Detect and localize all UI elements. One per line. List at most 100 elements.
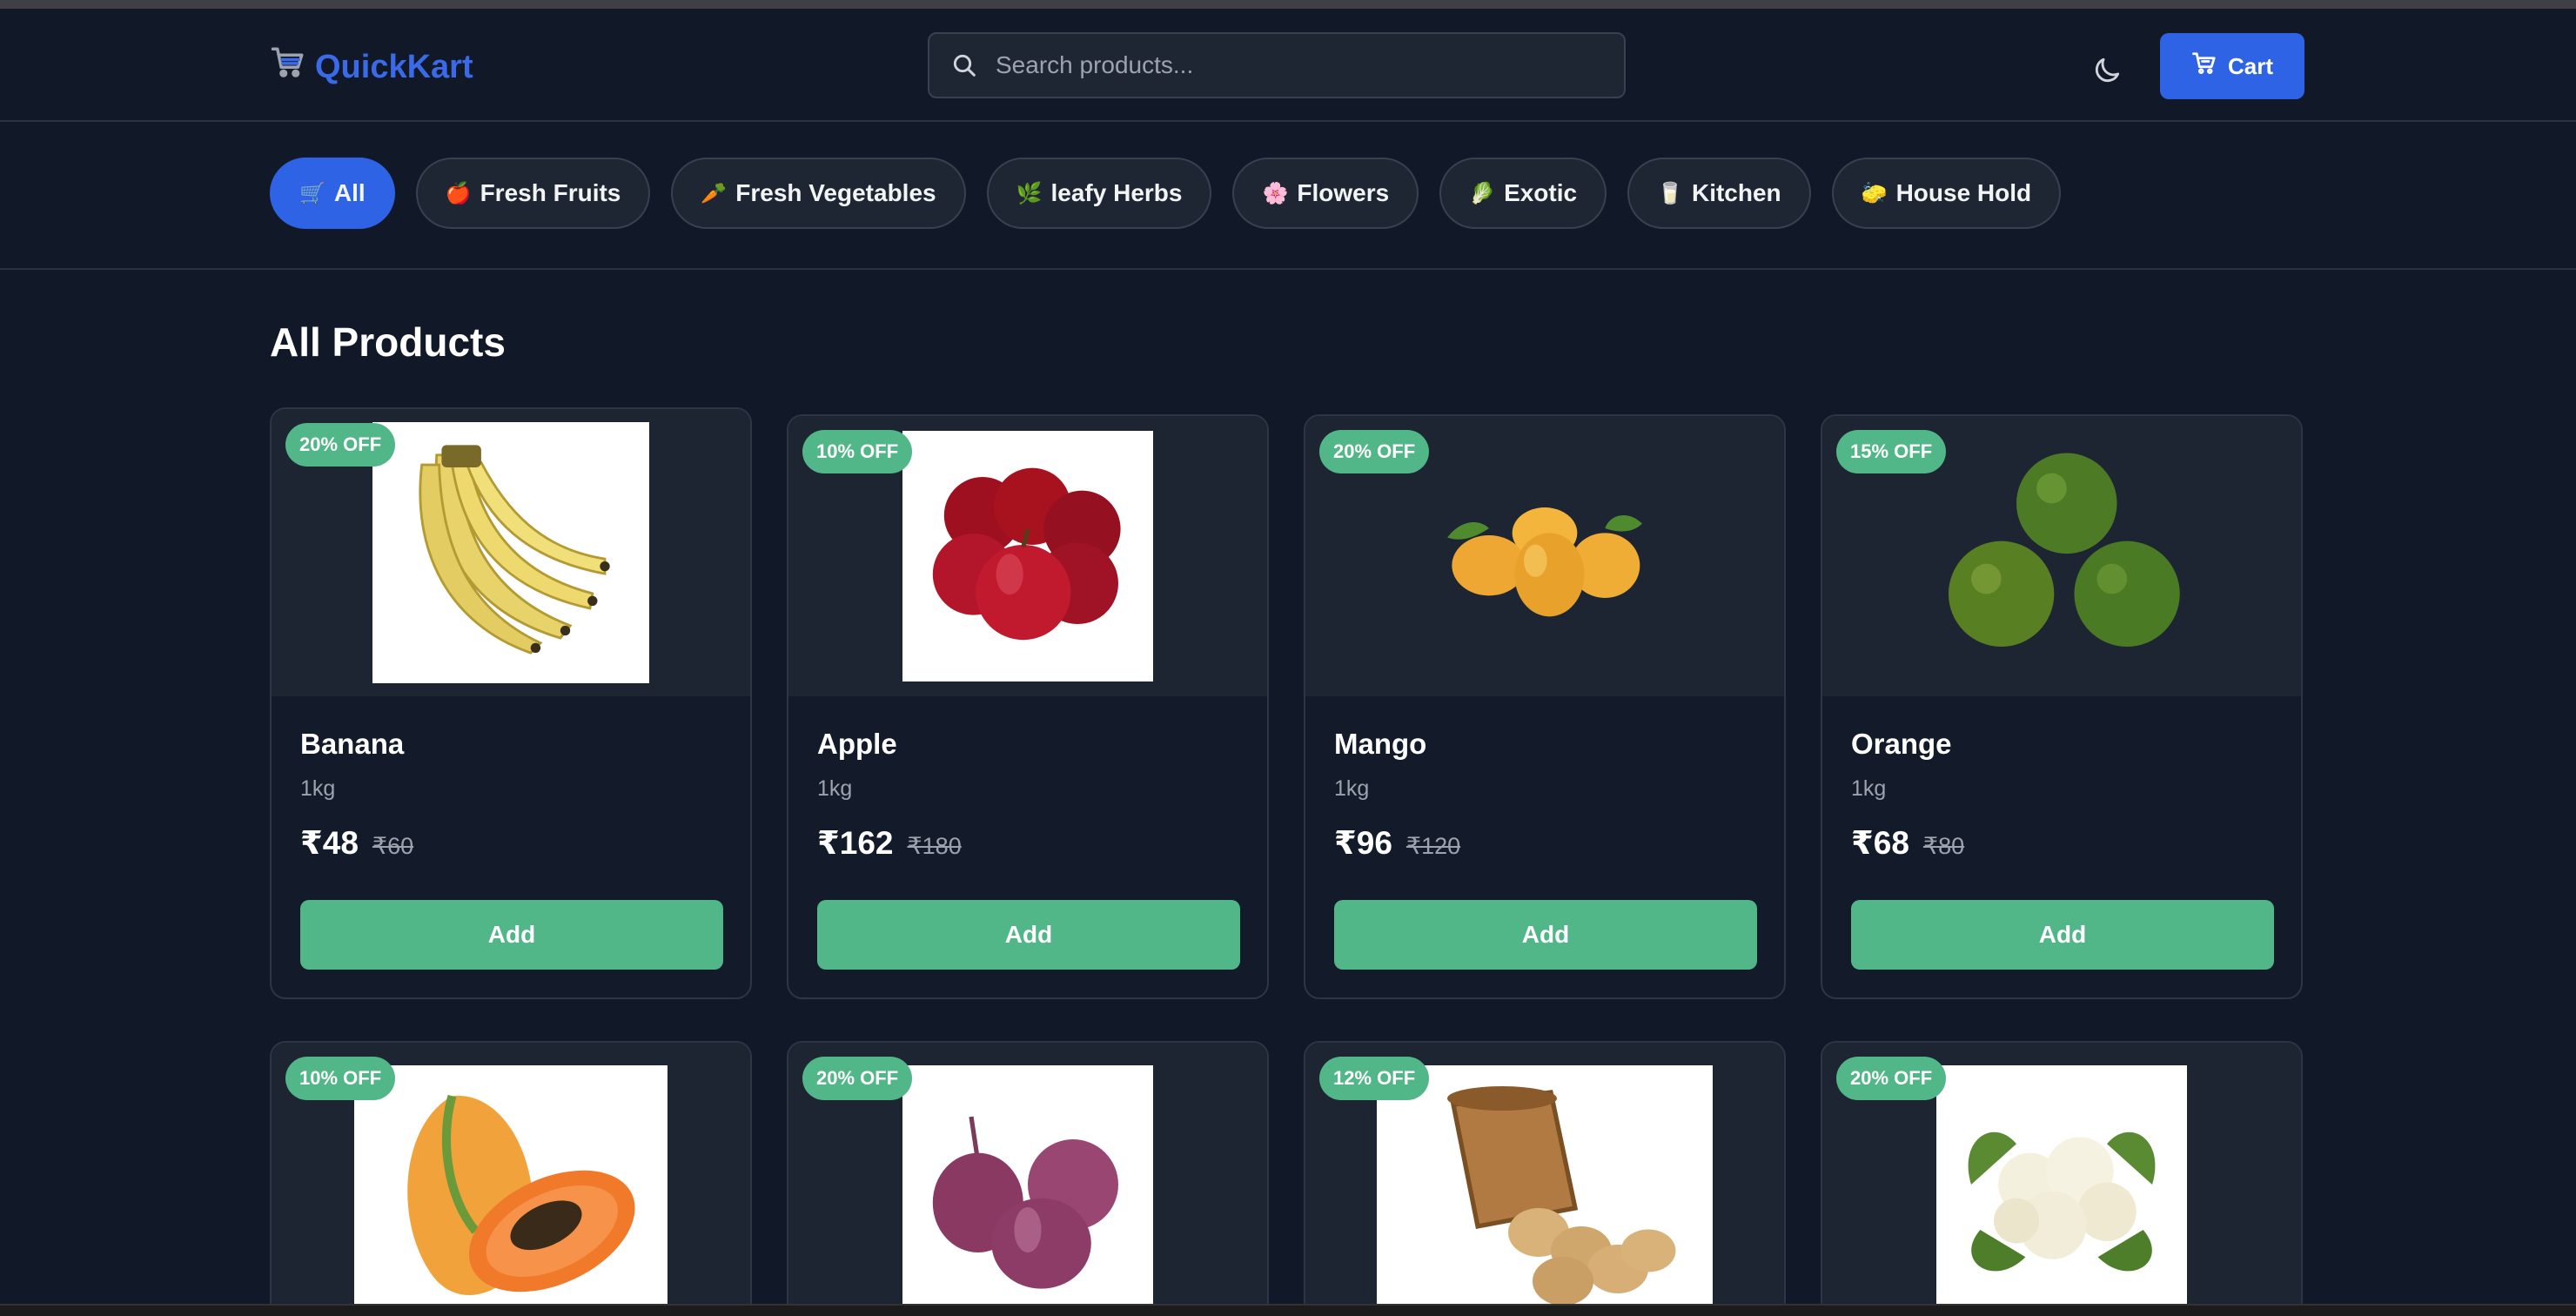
category-label: leafy Herbs [1050, 179, 1183, 206]
papaya-image [354, 1065, 667, 1316]
product-name: Mango [1334, 728, 1427, 760]
add-to-cart-button[interactable]: Add [1334, 900, 1757, 970]
product-mrp: ₹60 [372, 833, 414, 859]
herb-icon: 🌿 [1016, 181, 1043, 205]
product-quantity: 1kg [300, 776, 336, 801]
discount-badge: 20% OFF [285, 423, 396, 467]
category-list: 🛒 All 🍎 Fresh Fruits 🥕 Fresh Vegetables … [270, 158, 2062, 229]
search-bar [928, 32, 1626, 98]
product-image-area: 15% OFF [1822, 416, 2301, 696]
product-price: ₹162 [817, 825, 894, 861]
product-price: ₹96 [1334, 825, 1392, 861]
discount-badge: 20% OFF [802, 1057, 913, 1100]
category-leafy-herbs[interactable]: 🌿 leafy Herbs [986, 158, 1212, 229]
price-row: ₹68 ₹80 [1851, 824, 2272, 862]
category-kitchen[interactable]: 🥛 Kitchen [1627, 158, 1811, 229]
category-label: Flowers [1297, 179, 1390, 206]
category-label: All [333, 179, 366, 206]
category-label: Fresh Fruits [480, 179, 621, 206]
product-quantity: 1kg [1334, 776, 1370, 801]
logo[interactable]: QuickKart [270, 45, 473, 89]
search-input[interactable] [996, 51, 1624, 79]
product-info: Apple 1kg ₹162 ₹180 Add [788, 696, 1267, 997]
cart-icon [2191, 50, 2217, 83]
cart-button-label: Cart [2227, 52, 2273, 79]
sponge-icon: 🧽 [1861, 181, 1888, 205]
product-quantity: 1kg [817, 776, 853, 801]
carrot-icon: 🥕 [701, 181, 728, 205]
dark-mode-toggle-icon[interactable] [2090, 54, 2123, 87]
product-mrp: ₹180 [907, 833, 962, 859]
category-flowers[interactable]: 🌸 Flowers [1232, 158, 1419, 229]
product-card-potato: 12% OFF [1304, 1041, 1786, 1316]
product-mrp: ₹120 [1405, 833, 1461, 859]
discount-badge: 20% OFF [1319, 430, 1430, 473]
product-image-area: 20% OFF [1822, 1043, 2301, 1316]
product-name: Apple [817, 728, 897, 760]
banana-image [372, 422, 649, 683]
product-image-area: 20% OFF [1305, 416, 1784, 696]
product-card-onion: 20% OFF [787, 1041, 1269, 1316]
discount-badge: 15% OFF [1836, 430, 1947, 473]
discount-badge: 20% OFF [1836, 1057, 1947, 1100]
product-name: Orange [1851, 728, 1952, 760]
site-header: QuickKart Cart [0, 9, 2576, 122]
product-image-area: 10% OFF [788, 416, 1267, 696]
category-label: Fresh Vegetables [735, 179, 936, 206]
product-info: Orange 1kg ₹68 ₹80 Add [1822, 696, 2301, 997]
price-row: ₹162 ₹180 [817, 824, 1238, 862]
category-label: House Hold [1895, 179, 2032, 206]
category-bar: 🛒 All 🍎 Fresh Fruits 🥕 Fresh Vegetables … [0, 122, 2576, 270]
product-card-banana: 20% OFF Banana 1kg ₹48 ₹60 Add [270, 407, 752, 999]
product-info: Banana 1kg ₹48 ₹60 Add [272, 696, 750, 997]
category-label: Exotic [1504, 179, 1578, 206]
cart-icon: 🛒 [299, 181, 325, 205]
orange-image [1931, 426, 2192, 687]
product-card-cauliflower: 20% OFF [1821, 1041, 2303, 1316]
apple-icon: 🍎 [445, 181, 472, 205]
product-quantity: 1kg [1851, 776, 1887, 801]
cart-logo-icon [270, 44, 306, 90]
product-image-area: 20% OFF [788, 1043, 1267, 1316]
price-row: ₹96 ₹120 [1334, 824, 1755, 862]
add-to-cart-button[interactable]: Add [1851, 900, 2274, 970]
category-all[interactable]: 🛒 All [270, 158, 395, 229]
potato-image [1377, 1065, 1713, 1316]
category-exotic[interactable]: 🥬 Exotic [1439, 158, 1607, 229]
product-name: Banana [300, 728, 405, 760]
product-mrp: ₹80 [1922, 833, 1965, 859]
add-to-cart-button[interactable]: Add [817, 900, 1240, 970]
milk-glass-icon: 🥛 [1657, 181, 1683, 205]
onion-image [902, 1065, 1153, 1316]
category-label: Kitchen [1691, 179, 1781, 206]
mango-image [1414, 426, 1675, 687]
discount-badge: 10% OFF [802, 430, 913, 473]
browser-bottom-strip [0, 1304, 2576, 1316]
product-image-area: 20% OFF [272, 409, 750, 696]
product-card-apple: 10% OFF Apple 1kg ₹162 ₹180 Add [787, 414, 1269, 999]
app-name: QuickKart [315, 48, 473, 85]
discount-badge: 12% OFF [1319, 1057, 1430, 1100]
product-price: ₹68 [1851, 825, 1909, 861]
flower-icon: 🌸 [1262, 181, 1289, 205]
product-card-mango: 20% OFF Mango 1kg ₹96 ₹120 Add [1304, 414, 1786, 999]
product-card-papaya: 10% OFF [270, 1041, 752, 1316]
product-image-area: 10% OFF [272, 1043, 750, 1316]
product-card-orange: 15% OFF Orange 1kg ₹68 ₹80 Add [1821, 414, 2303, 999]
product-price: ₹48 [300, 825, 359, 861]
browser-top-strip [0, 0, 2576, 9]
add-to-cart-button[interactable]: Add [300, 900, 723, 970]
category-fresh-vegetables[interactable]: 🥕 Fresh Vegetables [671, 158, 966, 229]
product-info: Mango 1kg ₹96 ₹120 Add [1305, 696, 1784, 997]
price-row: ₹48 ₹60 [300, 824, 721, 862]
page-title: All Products [270, 319, 506, 365]
product-image-area: 12% OFF [1305, 1043, 1784, 1316]
apple-image [902, 431, 1153, 682]
search-icon [950, 51, 978, 79]
category-fresh-fruits[interactable]: 🍎 Fresh Fruits [415, 158, 651, 229]
leafy-green-icon: 🥬 [1469, 181, 1496, 205]
discount-badge: 10% OFF [285, 1057, 396, 1100]
cauliflower-image [1936, 1065, 2187, 1316]
cart-button[interactable]: Cart [2160, 33, 2304, 99]
category-house-hold[interactable]: 🧽 House Hold [1831, 158, 2062, 229]
